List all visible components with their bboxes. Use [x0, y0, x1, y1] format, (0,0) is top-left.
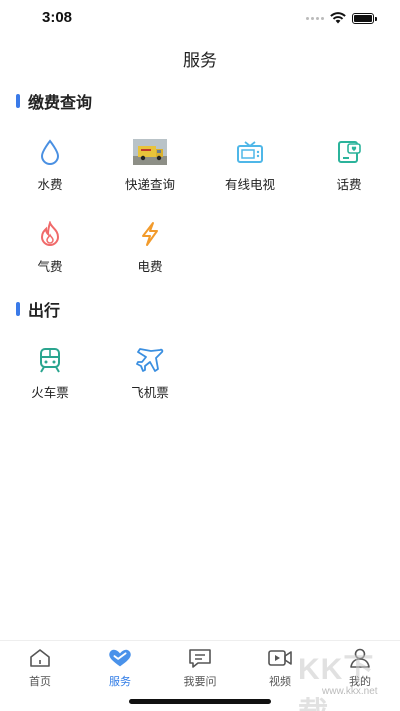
- section-header-payment: 缴费查询: [16, 89, 92, 113]
- tab-service[interactable]: 服务: [90, 647, 150, 689]
- section-title: 缴费查询: [28, 93, 93, 112]
- tab-label: 我要问: [183, 675, 217, 688]
- service-label: 飞机票: [131, 385, 169, 400]
- home-icon: [27, 647, 53, 669]
- section-header-travel: 出行: [16, 297, 60, 321]
- cellular-signal-icon: [306, 16, 324, 20]
- train-icon: [33, 346, 67, 374]
- delivery-truck-photo: [133, 138, 167, 166]
- tv-icon: [233, 138, 267, 166]
- status-time: 3:08: [42, 9, 73, 26]
- service-phone-bill[interactable]: 话费: [301, 138, 397, 193]
- flame-icon: [33, 220, 67, 248]
- water-drop-icon: [33, 138, 67, 166]
- lightning-icon: [133, 220, 167, 248]
- service-label: 电费: [137, 259, 163, 274]
- tab-label: 首页: [29, 675, 51, 688]
- service-label: 火车票: [31, 385, 69, 400]
- status-indicators: [306, 12, 377, 24]
- tab-video[interactable]: 视频: [250, 647, 310, 689]
- tab-home[interactable]: 首页: [10, 647, 70, 689]
- service-label: 气费: [37, 259, 63, 274]
- tab-ask[interactable]: 我要问: [170, 647, 230, 689]
- user-icon: [347, 647, 373, 669]
- service-electricity-bill[interactable]: 电费: [102, 220, 198, 275]
- phone-bill-icon: [332, 138, 366, 166]
- wifi-icon: [330, 12, 346, 24]
- service-label: 快递查询: [124, 177, 175, 192]
- video-icon: [267, 647, 293, 669]
- service-gas-bill[interactable]: 气费: [2, 220, 98, 275]
- service-label: 话费: [336, 177, 362, 192]
- section-accent-bar: [16, 94, 20, 108]
- section-title: 出行: [28, 301, 61, 320]
- heart-icon: [107, 647, 133, 669]
- page-title: 服务: [183, 51, 217, 71]
- home-indicator: [129, 699, 271, 704]
- service-label: 有线电视: [224, 177, 275, 192]
- watermark-url: www.kkx.net: [322, 686, 378, 697]
- service-train-ticket[interactable]: 火车票: [2, 346, 98, 401]
- service-cable-tv[interactable]: 有线电视: [202, 138, 298, 193]
- service-label: 水费: [37, 177, 63, 192]
- tab-label: 服务: [109, 675, 131, 688]
- chat-icon: [187, 647, 213, 669]
- service-flight-ticket[interactable]: 飞机票: [102, 346, 198, 401]
- status-bar: 3:08: [0, 0, 400, 36]
- service-water-bill[interactable]: 水费: [2, 138, 98, 193]
- service-express-query[interactable]: 快递查询: [102, 138, 198, 193]
- section-accent-bar: [16, 302, 20, 316]
- battery-icon: [352, 12, 377, 24]
- airplane-icon: [133, 346, 167, 374]
- tab-mine[interactable]: 我的: [330, 647, 390, 689]
- bottom-tab-bar: 首页 服务 我要问 视频 我的: [0, 640, 400, 690]
- tab-label: 视频: [269, 675, 291, 688]
